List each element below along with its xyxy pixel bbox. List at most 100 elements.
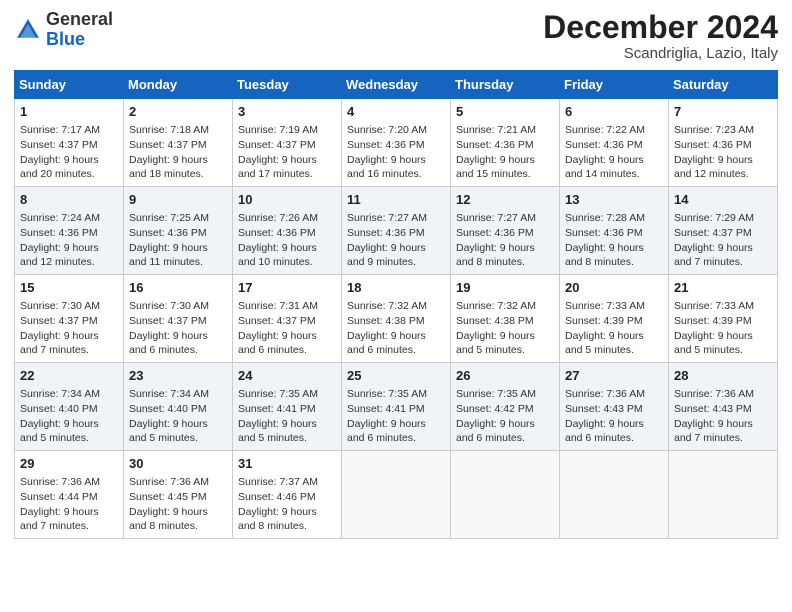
- calendar-cell: 3Sunrise: 7:19 AM Sunset: 4:37 PM Daylig…: [233, 99, 342, 187]
- weekday-header-row: SundayMondayTuesdayWednesdayThursdayFrid…: [15, 71, 778, 99]
- weekday-header-sunday: Sunday: [15, 71, 124, 99]
- day-info: Sunrise: 7:31 AM Sunset: 4:37 PM Dayligh…: [238, 300, 318, 356]
- calendar-cell: 16Sunrise: 7:30 AM Sunset: 4:37 PM Dayli…: [124, 275, 233, 363]
- calendar-cell: 7 Sunrise: 7:23 AM Sunset: 4:36 PM Daylig…: [669, 99, 778, 187]
- calendar-cell: 19 Sunrise: 7:32 AM Sunset: 4:38 PM Dayli…: [451, 275, 560, 363]
- calendar-cell: 18 Sunrise: 7:32 AM Sunset: 4:38 PM Dayli…: [342, 275, 451, 363]
- day-info: Sunrise: 7:17 AM Sunset: 4:37 PM Dayligh…: [20, 124, 100, 180]
- weekday-header-friday: Friday: [560, 71, 669, 99]
- day-number: 23: [129, 367, 227, 385]
- calendar-cell: [669, 450, 778, 538]
- day-number: 2: [129, 103, 227, 121]
- calendar-cell: 30 Sunrise: 7:36 AM Sunset: 4:45 PM Dayli…: [124, 450, 233, 538]
- calendar-cell: 15Sunrise: 7:30 AM Sunset: 4:37 PM Dayli…: [15, 275, 124, 363]
- calendar-cell: 28 Sunrise: 7:36 AM Sunset: 4:43 PM Dayli…: [669, 363, 778, 451]
- day-info: Sunrise: 7:37 AM Sunset: 4:46 PM Dayligh…: [238, 476, 318, 532]
- calendar-cell: 6 Sunrise: 7:22 AM Sunset: 4:36 PM Daylig…: [560, 99, 669, 187]
- logo-icon: [14, 16, 42, 44]
- calendar-cell: 12Sunrise: 7:27 AM Sunset: 4:36 PM Dayli…: [451, 187, 560, 275]
- day-number: 28: [674, 367, 772, 385]
- day-info: Sunrise: 7:23 AM Sunset: 4:36 PM Dayligh…: [674, 124, 754, 180]
- calendar-cell: 23 Sunrise: 7:34 AM Sunset: 4:40 PM Dayli…: [124, 363, 233, 451]
- location: Scandriglia, Lazio, Italy: [543, 45, 778, 62]
- calendar-week-5: 29 Sunrise: 7:36 AM Sunset: 4:44 PM Dayli…: [15, 450, 778, 538]
- day-number: 14: [674, 191, 772, 209]
- day-number: 29: [20, 455, 118, 473]
- calendar-cell: 10 Sunrise: 7:26 AM Sunset: 4:36 PM Dayli…: [233, 187, 342, 275]
- day-number: 5: [456, 103, 554, 121]
- day-info: Sunrise: 7:22 AM Sunset: 4:36 PM Dayligh…: [565, 124, 645, 180]
- day-info: Sunrise: 7:35 AM Sunset: 4:42 PM Dayligh…: [456, 388, 536, 444]
- calendar-cell: 29 Sunrise: 7:36 AM Sunset: 4:44 PM Dayli…: [15, 450, 124, 538]
- day-number: 20: [565, 279, 663, 297]
- calendar-cell: [560, 450, 669, 538]
- day-info: Sunrise: 7:35 AM Sunset: 4:41 PM Dayligh…: [347, 388, 427, 444]
- logo: General Blue: [14, 10, 113, 50]
- calendar-cell: 25 Sunrise: 7:35 AM Sunset: 4:41 PM Dayli…: [342, 363, 451, 451]
- day-info: Sunrise: 7:28 AM Sunset: 4:36 PM Dayligh…: [565, 212, 645, 268]
- calendar-cell: 31Sunrise: 7:37 AM Sunset: 4:46 PM Dayli…: [233, 450, 342, 538]
- day-number: 27: [565, 367, 663, 385]
- day-number: 7: [674, 103, 772, 121]
- day-number: 17: [238, 279, 336, 297]
- title-block: December 2024 Scandriglia, Lazio, Italy: [543, 10, 778, 62]
- calendar-cell: 8 Sunrise: 7:24 AM Sunset: 4:36 PM Daylig…: [15, 187, 124, 275]
- day-info: Sunrise: 7:36 AM Sunset: 4:45 PM Dayligh…: [129, 476, 209, 532]
- calendar-cell: 17 Sunrise: 7:31 AM Sunset: 4:37 PM Dayli…: [233, 275, 342, 363]
- day-number: 13: [565, 191, 663, 209]
- weekday-header-tuesday: Tuesday: [233, 71, 342, 99]
- day-number: 8: [20, 191, 118, 209]
- calendar-cell: 5Sunrise: 7:21 AM Sunset: 4:36 PM Daylig…: [451, 99, 560, 187]
- day-number: 30: [129, 455, 227, 473]
- calendar-cell: 13 Sunrise: 7:28 AM Sunset: 4:36 PM Dayli…: [560, 187, 669, 275]
- day-number: 21: [674, 279, 772, 297]
- logo-text: General Blue: [46, 10, 113, 50]
- day-number: 19: [456, 279, 554, 297]
- calendar-page: General Blue December 2024 Scandriglia, …: [0, 0, 792, 612]
- day-info: Sunrise: 7:27 AM Sunset: 4:36 PM Dayligh…: [347, 212, 427, 268]
- day-info: Sunrise: 7:27 AM Sunset: 4:36 PM Dayligh…: [456, 212, 536, 268]
- day-number: 18: [347, 279, 445, 297]
- day-info: Sunrise: 7:32 AM Sunset: 4:38 PM Dayligh…: [347, 300, 427, 356]
- day-number: 10: [238, 191, 336, 209]
- day-info: Sunrise: 7:32 AM Sunset: 4:38 PM Dayligh…: [456, 300, 536, 356]
- day-info: Sunrise: 7:20 AM Sunset: 4:36 PM Dayligh…: [347, 124, 427, 180]
- day-info: Sunrise: 7:30 AM Sunset: 4:37 PM Dayligh…: [129, 300, 209, 356]
- day-number: 25: [347, 367, 445, 385]
- day-number: 11: [347, 191, 445, 209]
- day-info: Sunrise: 7:18 AM Sunset: 4:37 PM Dayligh…: [129, 124, 209, 180]
- day-number: 26: [456, 367, 554, 385]
- calendar-header: SundayMondayTuesdayWednesdayThursdayFrid…: [15, 71, 778, 99]
- calendar-week-2: 8 Sunrise: 7:24 AM Sunset: 4:36 PM Daylig…: [15, 187, 778, 275]
- weekday-header-saturday: Saturday: [669, 71, 778, 99]
- calendar-cell: 11 Sunrise: 7:27 AM Sunset: 4:36 PM Dayli…: [342, 187, 451, 275]
- calendar-cell: 4 Sunrise: 7:20 AM Sunset: 4:36 PM Daylig…: [342, 99, 451, 187]
- day-info: Sunrise: 7:33 AM Sunset: 4:39 PM Dayligh…: [674, 300, 754, 356]
- calendar-cell: [451, 450, 560, 538]
- day-info: Sunrise: 7:25 AM Sunset: 4:36 PM Dayligh…: [129, 212, 209, 268]
- day-info: Sunrise: 7:35 AM Sunset: 4:41 PM Dayligh…: [238, 388, 318, 444]
- weekday-header-wednesday: Wednesday: [342, 71, 451, 99]
- day-number: 1: [20, 103, 118, 121]
- day-info: Sunrise: 7:36 AM Sunset: 4:43 PM Dayligh…: [674, 388, 754, 444]
- calendar-cell: 20Sunrise: 7:33 AM Sunset: 4:39 PM Dayli…: [560, 275, 669, 363]
- day-number: 4: [347, 103, 445, 121]
- calendar-week-3: 15 Sunrise: 7:30 AM Sunset: 4:37 PM Dayli…: [15, 275, 778, 363]
- day-number: 9: [129, 191, 227, 209]
- calendar-cell: 26 Sunrise: 7:35 AM Sunset: 4:42 PM Dayli…: [451, 363, 560, 451]
- day-number: 24: [238, 367, 336, 385]
- day-info: Sunrise: 7:36 AM Sunset: 4:43 PM Dayligh…: [565, 388, 645, 444]
- day-number: 15: [20, 279, 118, 297]
- calendar-cell: 1 Sunrise: 7:17 AM Sunset: 4:37 PM Daylig…: [15, 99, 124, 187]
- calendar-cell: 22Sunrise: 7:34 AM Sunset: 4:40 PM Dayli…: [15, 363, 124, 451]
- day-number: 22: [20, 367, 118, 385]
- day-number: 6: [565, 103, 663, 121]
- calendar-cell: 9 Sunrise: 7:25 AM Sunset: 4:36 PM Daylig…: [124, 187, 233, 275]
- day-info: Sunrise: 7:34 AM Sunset: 4:40 PM Dayligh…: [129, 388, 209, 444]
- day-info: Sunrise: 7:24 AM Sunset: 4:36 PM Dayligh…: [20, 212, 100, 268]
- logo-blue: Blue: [46, 29, 85, 49]
- day-info: Sunrise: 7:36 AM Sunset: 4:44 PM Dayligh…: [20, 476, 100, 532]
- calendar-cell: 21 Sunrise: 7:33 AM Sunset: 4:39 PM Dayli…: [669, 275, 778, 363]
- day-info: Sunrise: 7:26 AM Sunset: 4:36 PM Dayligh…: [238, 212, 318, 268]
- day-info: Sunrise: 7:29 AM Sunset: 4:37 PM Dayligh…: [674, 212, 754, 268]
